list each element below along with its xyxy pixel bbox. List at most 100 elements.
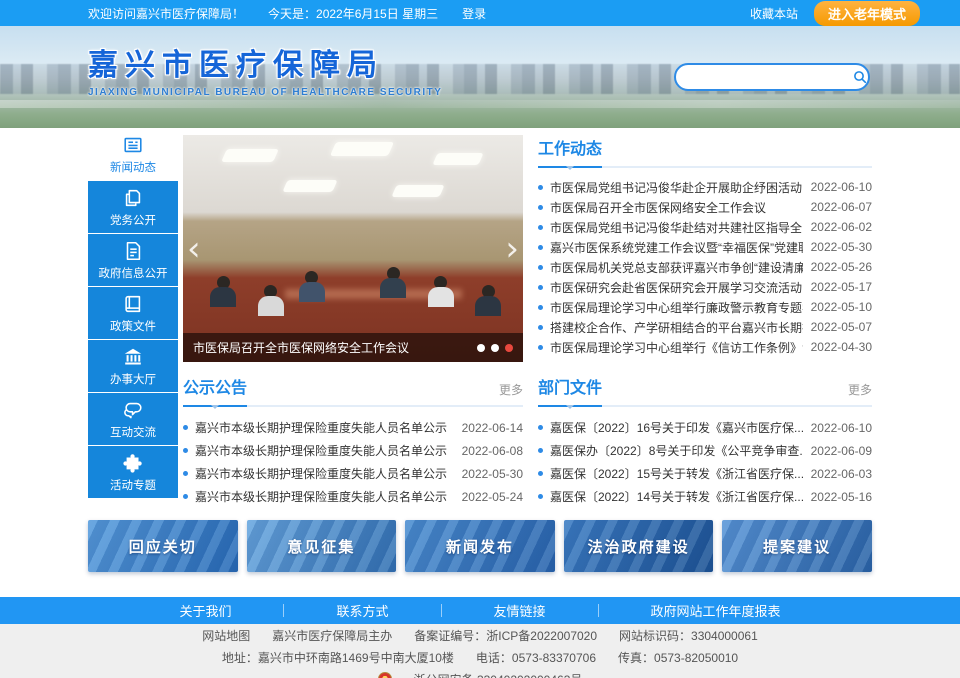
carousel-prev-arrow[interactable]: ‹ (187, 232, 201, 266)
carousel-caption[interactable]: 市医保局召开全市医保网络安全工作会议 (183, 339, 477, 356)
quick-link-respond-concerns[interactable]: 回应关切 (88, 520, 238, 572)
bullet-icon (183, 425, 188, 430)
carousel-dot[interactable] (491, 344, 499, 352)
site-title: 嘉兴市医疗保障局 JIAXING MUNICIPAL BUREAU OF HEA… (88, 40, 442, 98)
news-link[interactable]: 嘉兴市本级长期护理保险重度失能人员名单公示（2... (195, 465, 454, 482)
bullet-icon (538, 305, 543, 310)
news-date: 2022-05-10 (811, 300, 872, 314)
news-item: 嘉医保〔2022〕14号关于转发《浙江省医疗保...2022-05-16 (538, 485, 872, 508)
news-link[interactable]: 市医保局理论学习中心组举行廉政警示教育专题学习... (550, 299, 803, 316)
quick-link-press-release[interactable]: 新闻发布 (405, 520, 555, 572)
bullet-icon (538, 448, 543, 453)
section-dept-files: 部门文件 更多 嘉医保〔2022〕16号关于印发《嘉兴市医疗保...2022-0… (538, 374, 872, 508)
elder-mode-button[interactable]: 进入老年模式 (814, 1, 920, 26)
sidebar-item-news[interactable]: 新闻动态 (88, 128, 178, 180)
news-item: 嘉兴市本级长期护理保险重度失能人员名单公示（2...2022-05-30 (183, 462, 523, 485)
footer-nav-about[interactable]: 关于我们 (127, 601, 283, 620)
carousel-dot-active[interactable] (505, 344, 513, 352)
sitemap-link[interactable]: 网站地图 (202, 627, 250, 644)
quick-links-row: 回应关切 意见征集 新闻发布 法治政府建设 提案建议 (88, 520, 872, 572)
bullet-icon (183, 448, 188, 453)
news-item: 市医保研究会赴省医保研究会开展学习交流活动 2022-05-17 (538, 277, 872, 297)
sidebar-item-gov-info[interactable]: 政府信息公开 (88, 234, 178, 286)
news-date: 2022-05-26 (811, 260, 872, 274)
section-work-news: 工作动态 市医保局党组书记冯俊华赴企开展助企纾困活动 2022-06-10 市医保… (538, 135, 872, 362)
carousel-next-arrow[interactable]: › (505, 232, 519, 266)
news-item: 嘉医保〔2022〕16号关于印发《嘉兴市医疗保...2022-06-10 (538, 416, 872, 439)
bullet-icon (538, 265, 543, 270)
banner: 嘉兴市医疗保障局 JIAXING MUNICIPAL BUREAU OF HEA… (0, 26, 960, 128)
news-link[interactable]: 嘉兴市本级长期护理保险重度失能人员名单公示（2... (195, 442, 454, 459)
phone-text: 电话：0573-83370706 (476, 649, 596, 666)
fax-text: 传真：0573-82050010 (618, 649, 738, 666)
news-date: 2022-05-24 (462, 490, 523, 504)
address-text: 地址：嘉兴市中环南路1469号中南大厦10楼 (222, 649, 454, 666)
quick-link-proposals[interactable]: 提案建议 (722, 520, 872, 572)
news-link[interactable]: 市医保研究会赴省医保研究会开展学习交流活动 (550, 279, 803, 296)
sidebar-item-special-topics[interactable]: 活动专题 (88, 446, 178, 498)
search-box (674, 63, 870, 91)
news-date: 2022-06-10 (811, 180, 872, 194)
section-title: 公示公告 (183, 374, 247, 398)
news-link[interactable]: 嘉医保〔2022〕15号关于转发《浙江省医疗保... (550, 465, 803, 482)
news-item: 市医保局理论学习中心组举行《信访工作条例》专题... 2022-04-30 (538, 337, 872, 357)
news-date: 2022-06-09 (811, 444, 872, 458)
news-link[interactable]: 市医保局党组书记冯俊华赴结对共建社区指导全国文... (550, 219, 803, 236)
news-link[interactable]: 嘉兴市本级长期护理保险重度失能人员名单公示（2... (195, 488, 454, 505)
footer-nav-links[interactable]: 友情链接 (442, 601, 598, 620)
footer-nav-contact[interactable]: 联系方式 (284, 601, 440, 620)
topbar: 欢迎访问嘉兴市医疗保障局！ 今天是：2022年6月15日 星期三 登录 收藏本站… (0, 0, 960, 26)
news-link[interactable]: 嘉医保〔2022〕16号关于印发《嘉兴市医疗保... (550, 419, 803, 436)
bullet-icon (538, 425, 543, 430)
news-link[interactable]: 搭建校企合作、产学研相结合的平台嘉兴市长期护理... (550, 319, 803, 336)
sidebar-item-policy-files[interactable]: 政策文件 (88, 287, 178, 339)
bullet-icon (538, 471, 543, 476)
news-link[interactable]: 市医保局党组书记冯俊华赴企开展助企纾困活动 (550, 179, 803, 196)
favorite-link[interactable]: 收藏本站 (750, 5, 798, 22)
search-input[interactable] (676, 70, 851, 84)
quick-link-opinion-collection[interactable]: 意见征集 (247, 520, 397, 572)
sidebar-item-service-hall[interactable]: 办事大厅 (88, 340, 178, 392)
pages-icon (122, 187, 144, 209)
footer-nav-annual-report[interactable]: 政府网站工作年度报表 (599, 601, 833, 620)
news-item: 嘉兴市本级长期护理保险重度失能人员名单公示（2... 2022-06-14 (183, 416, 523, 439)
sidebar-item-label: 党务公开 (110, 212, 156, 228)
today-date: 今天是：2022年6月15日 星期三 (268, 5, 438, 22)
news-link[interactable]: 嘉兴市医保系统党建工作会议暨“幸福医保”党建联... (550, 239, 803, 256)
more-link[interactable]: 更多 (499, 381, 523, 398)
police-record-link[interactable]: 浙公网安备 33040202000463号 (414, 671, 583, 678)
quick-link-law-gov-construction[interactable]: 法治政府建设 (564, 520, 714, 572)
news-link[interactable]: 市医保局召开全市医保网络安全工作会议 (550, 199, 803, 216)
organizer-text: 嘉兴市医疗保障局主办 (272, 627, 392, 644)
news-item: 嘉医保办〔2022〕8号关于印发《公平竞争审查... 2022-06-09 (538, 439, 872, 462)
news-link[interactable]: 嘉医保办〔2022〕8号关于印发《公平竞争审查... (550, 442, 803, 459)
footer: 网站地图 嘉兴市医疗保障局主办 备案证编号：浙ICP备2022007020 网站… (0, 624, 960, 678)
sidebar-item-label: 政府信息公开 (99, 265, 168, 281)
login-link[interactable]: 登录 (462, 5, 486, 22)
news-item: 市医保局召开全市医保网络安全工作会议2022-06-07 (538, 197, 872, 217)
news-link[interactable]: 嘉兴市本级长期护理保险重度失能人员名单公示（2... (195, 419, 454, 436)
news-link[interactable]: 市医保局理论学习中心组举行《信访工作条例》专题... (550, 339, 803, 356)
section-announcements: 公示公告 更多 嘉兴市本级长期护理保险重度失能人员名单公示（2...2022-0… (183, 374, 523, 508)
main-content: 新闻动态 党务公开 政府信息公开 (88, 128, 872, 572)
news-item: 市医保局机关党总支部获评嘉兴市争创“建设清廉机... 2022-05-26 (538, 257, 872, 277)
search-icon[interactable] (851, 64, 868, 90)
news-date: 2022-06-08 (462, 444, 523, 458)
news-date: 2022-06-14 (462, 421, 523, 435)
news-link[interactable]: 市医保局机关党总支部获评嘉兴市争创“建设清廉机... (550, 259, 803, 276)
sidebar-item-interaction[interactable]: 互动交流 (88, 393, 178, 445)
bullet-icon (538, 494, 543, 499)
more-link[interactable]: 更多 (848, 381, 872, 398)
page-title: 嘉兴市医疗保障局 (88, 40, 442, 84)
sidebar-item-party-affairs[interactable]: 党务公开 (88, 181, 178, 233)
carousel-dot[interactable] (477, 344, 485, 352)
page: 欢迎访问嘉兴市医疗保障局！ 今天是：2022年6月15日 星期三 登录 收藏本站… (0, 0, 960, 678)
news-link[interactable]: 嘉医保〔2022〕14号关于转发《浙江省医疗保... (550, 488, 803, 505)
section-title: 工作动态 (538, 135, 602, 159)
carousel-slide-photo[interactable] (183, 135, 523, 362)
news-date: 2022-04-30 (811, 340, 872, 354)
bullet-icon (538, 225, 543, 230)
news-date: 2022-05-17 (811, 280, 872, 294)
bullet-icon (538, 285, 543, 290)
icp-number: 备案证编号：浙ICP备2022007020 (414, 627, 597, 644)
